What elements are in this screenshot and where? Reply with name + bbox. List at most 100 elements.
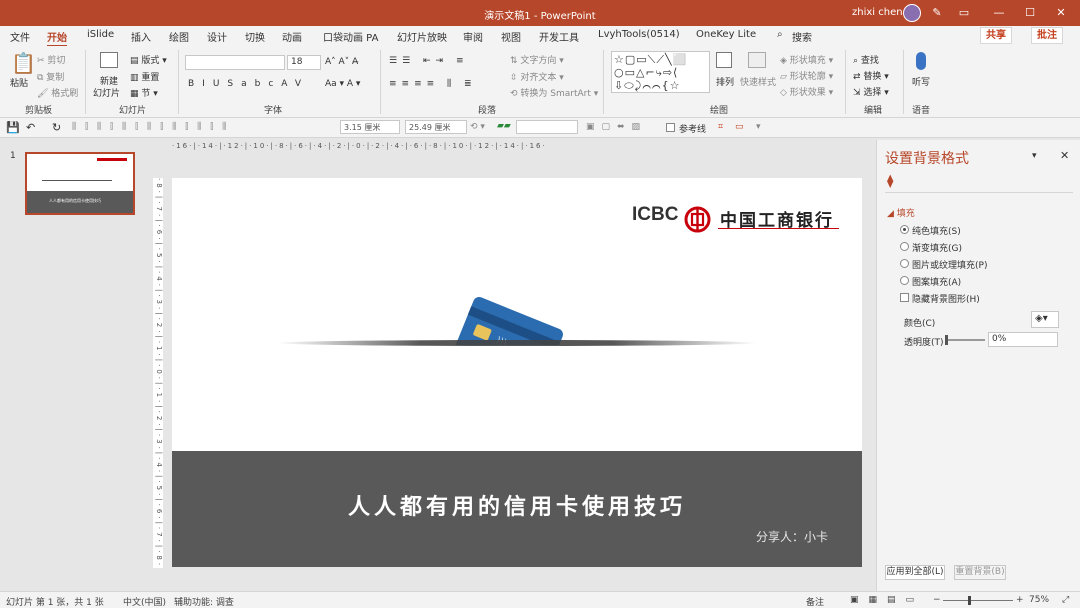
- undo-icon[interactable]: ↶: [26, 121, 35, 134]
- tab-draw[interactable]: 绘图: [169, 29, 189, 44]
- tab-view[interactable]: 视图: [501, 29, 521, 44]
- quick-styles-button[interactable]: 快速样式: [740, 75, 776, 88]
- align-shape-tools[interactable]: ⫼⫿⫼⫿⫼⫿⫼⫿⫼⫿⫼⫿⫼: [72, 122, 235, 132]
- font-grow-shrink-buttons[interactable]: A˄ A˅ A̶: [325, 57, 358, 67]
- pen-icon[interactable]: ✎: [928, 4, 946, 22]
- reset-background-button[interactable]: 重置背景(B): [954, 565, 1006, 580]
- new-slide-label-2[interactable]: 幻灯片: [93, 86, 120, 99]
- slide-canvas[interactable]: ICBC 中国工商银行 ))) 人人都有用的信用卡使用技巧 分享人：小卡: [172, 178, 862, 567]
- transparency-slider-thumb[interactable]: [945, 335, 948, 345]
- color-picker-button[interactable]: ◈▾: [1031, 311, 1059, 328]
- notes-button[interactable]: 备注: [806, 595, 824, 608]
- crop-tool[interactable]: ⌗: [718, 122, 723, 132]
- layout-button[interactable]: ▤ 版式 ▾: [130, 53, 167, 66]
- style-dropdown[interactable]: [516, 120, 578, 134]
- zoom-out-button[interactable]: −: [933, 595, 941, 605]
- tab-islide[interactable]: iSlide: [87, 29, 114, 40]
- shape-width-field[interactable]: 3.15 厘米: [340, 120, 400, 134]
- close-icon[interactable]: ✕: [1060, 149, 1069, 162]
- avatar[interactable]: [903, 4, 921, 22]
- hide-background-checkbox[interactable]: [900, 293, 909, 302]
- tab-developer[interactable]: 开发工具: [539, 29, 579, 44]
- search-label[interactable]: 搜索: [792, 29, 812, 44]
- fill-section-header[interactable]: ◢ 填充: [887, 206, 915, 219]
- tab-design[interactable]: 设计: [207, 29, 227, 44]
- restore-button[interactable]: ☐: [1021, 4, 1039, 22]
- picture-fill-label[interactable]: 图片或纹理填充(P): [912, 258, 987, 271]
- transparency-field[interactable]: 0%: [988, 332, 1058, 347]
- gradient-fill-label[interactable]: 渐变填充(G): [912, 241, 962, 254]
- zoom-slider-thumb[interactable]: [968, 596, 971, 605]
- apply-to-all-button[interactable]: 应用到全部(L): [885, 565, 945, 580]
- zoom-slider[interactable]: [943, 600, 1013, 601]
- misc-tools[interactable]: ▣▢⬌▨: [586, 122, 647, 132]
- tab-transitions[interactable]: 切换: [245, 29, 265, 44]
- fit-slide-icon[interactable]: ⤢: [1062, 595, 1069, 605]
- fill-bucket-icon[interactable]: ⧫: [887, 174, 893, 189]
- reset-button[interactable]: ▥ 重置: [130, 70, 159, 83]
- solid-fill-label[interactable]: 纯色填充(S): [912, 224, 961, 237]
- transparency-slider[interactable]: [945, 339, 985, 341]
- find-button[interactable]: ⌕ 查找: [853, 53, 879, 66]
- shape-outline-button[interactable]: ▱ 形状轮廓 ▾: [780, 69, 833, 82]
- new-slide-icon[interactable]: [100, 52, 118, 68]
- tab-onekey[interactable]: OneKey Lite: [696, 29, 756, 40]
- shapes-gallery[interactable]: ☆▢▭⟍⟋╲⬜ ○▭△⌐⤷⇨⟨ ⇩⬭⤸⌒⌒{☆: [611, 51, 710, 93]
- arrange-button[interactable]: 排列: [716, 75, 734, 88]
- dictate-button[interactable]: 听写: [912, 75, 930, 88]
- search-icon[interactable]: ⌕: [777, 29, 783, 40]
- close-button[interactable]: ✕: [1052, 4, 1070, 22]
- redo-icon[interactable]: ↻: [52, 121, 61, 134]
- font-color-button[interactable]: Aa ▾ A ▾: [325, 79, 360, 89]
- accessibility-status[interactable]: 辅助功能: 调查: [174, 595, 234, 608]
- slide-title[interactable]: 人人都有用的信用卡使用技巧: [172, 489, 862, 521]
- color-tool[interactable]: ▰▰: [497, 121, 511, 131]
- pane-options-icon[interactable]: ▾: [1032, 151, 1037, 161]
- pattern-fill-label[interactable]: 图案填充(A): [912, 275, 961, 288]
- microphone-icon[interactable]: [916, 52, 926, 70]
- share-button[interactable]: 共享: [980, 27, 1012, 44]
- save-icon[interactable]: 💾: [6, 121, 20, 134]
- zoom-in-button[interactable]: +: [1016, 595, 1024, 605]
- convert-smartart-button[interactable]: ⟲ 转换为 SmartArt ▾: [510, 86, 598, 99]
- gradient-fill-radio[interactable]: [900, 242, 909, 251]
- font-name-dropdown[interactable]: [185, 55, 285, 70]
- shape-effects-button[interactable]: ◇ 形状效果 ▾: [780, 85, 833, 98]
- view-buttons[interactable]: ▣▦▤▭: [850, 595, 924, 605]
- select-button[interactable]: ⇲ 选择 ▾: [853, 85, 889, 98]
- tab-home[interactable]: 开始: [47, 29, 67, 47]
- section-button[interactable]: ▦ 节 ▾: [130, 86, 158, 99]
- tab-pocket-animation[interactable]: 口袋动画 PA: [323, 29, 378, 44]
- customize-qat[interactable]: ▾: [756, 122, 761, 132]
- slide-thumbnail[interactable]: 人人都有用的信用卡使用技巧: [25, 152, 135, 215]
- frame-tool[interactable]: ▭: [735, 122, 744, 132]
- tab-file[interactable]: 文件: [10, 29, 30, 44]
- shape-height-field[interactable]: 25.49 厘米: [405, 120, 467, 134]
- presenter-text[interactable]: 分享人：小卡: [756, 528, 828, 545]
- guides-checkbox[interactable]: [666, 123, 675, 132]
- paste-icon[interactable]: 📋: [11, 53, 36, 73]
- tab-lvyhtools[interactable]: LvyhTools(0514): [598, 29, 680, 40]
- shape-fill-button[interactable]: ◈ 形状填充 ▾: [780, 53, 833, 66]
- tab-slideshow[interactable]: 幻灯片放映: [397, 29, 447, 44]
- text-direction-button[interactable]: ⇅ 文字方向 ▾: [510, 53, 564, 66]
- tab-animations[interactable]: 动画: [282, 29, 302, 44]
- picture-fill-radio[interactable]: [900, 259, 909, 268]
- copy-button[interactable]: ⧉ 复制: [37, 70, 64, 83]
- cut-button[interactable]: ✂ 剪切: [37, 53, 65, 66]
- font-style-buttons[interactable]: BIUSabcAV: [188, 79, 309, 89]
- hide-background-label[interactable]: 隐藏背景图形(H): [912, 292, 980, 305]
- align-text-button[interactable]: ⇳ 对齐文本 ▾: [510, 70, 564, 83]
- font-size-dropdown[interactable]: 18: [287, 55, 321, 70]
- format-painter-button[interactable]: 🖌 格式刷: [37, 86, 78, 99]
- pattern-fill-radio[interactable]: [900, 276, 909, 285]
- paste-button[interactable]: 粘贴: [10, 76, 28, 89]
- tab-review[interactable]: 审阅: [463, 29, 483, 44]
- align-buttons[interactable]: ≡≡≡≡ ⫼ ≣: [389, 79, 477, 89]
- replace-button[interactable]: ⇄ 替换 ▾: [853, 69, 889, 82]
- tab-insert[interactable]: 插入: [131, 29, 151, 44]
- minimize-button[interactable]: —: [990, 4, 1008, 22]
- language-status[interactable]: 中文(中国): [123, 595, 166, 608]
- ribbon-display-icon[interactable]: ▭: [955, 4, 973, 22]
- quick-styles-icon[interactable]: [748, 52, 766, 68]
